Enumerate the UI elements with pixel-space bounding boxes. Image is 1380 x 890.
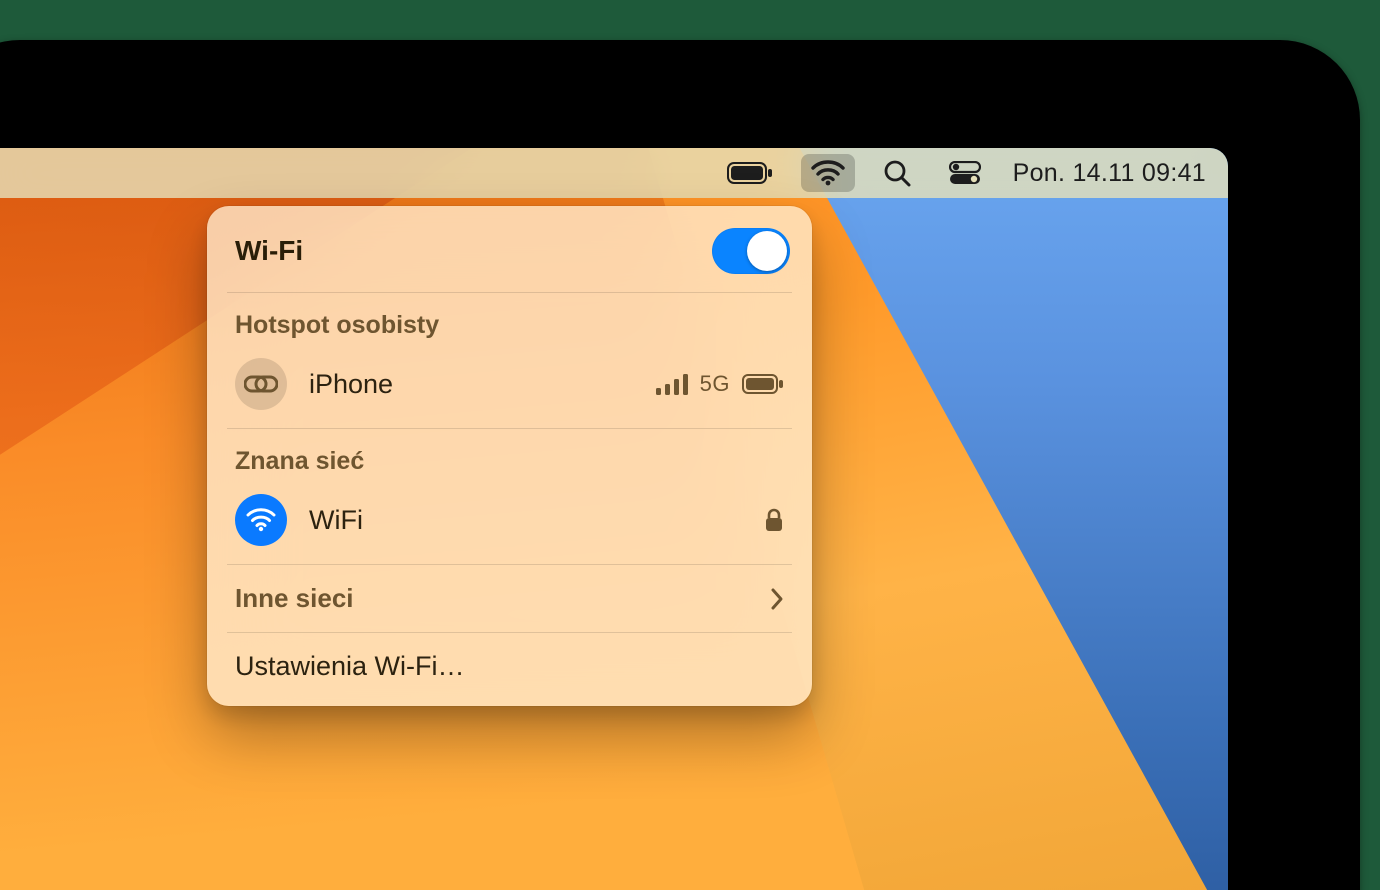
hotspot-status: 5G xyxy=(656,371,784,397)
hotspot-battery-icon xyxy=(742,374,784,394)
wifi-menu-icon[interactable] xyxy=(801,154,855,192)
popover-title: Wi-Fi xyxy=(235,235,303,267)
battery-status-icon[interactable] xyxy=(717,148,783,198)
spotlight-search-icon[interactable] xyxy=(873,148,921,198)
hotspot-row[interactable]: iPhone 5G xyxy=(207,352,812,428)
hotspot-name: iPhone xyxy=(309,369,634,400)
lock-icon xyxy=(764,507,784,533)
wifi-connected-icon xyxy=(235,494,287,546)
wifi-toggle[interactable] xyxy=(712,228,790,274)
menu-bar-clock[interactable]: Pon. 14.11 09:41 xyxy=(1009,159,1206,188)
other-networks-label: Inne sieci xyxy=(235,583,354,614)
known-network-row[interactable]: WiFi xyxy=(207,488,812,564)
wifi-popover: Wi-Fi Hotspot osobisty iPhone xyxy=(207,206,812,706)
known-network-section-label: Znana sieć xyxy=(207,429,812,488)
hotspot-icon xyxy=(235,358,287,410)
other-networks-row[interactable]: Inne sieci xyxy=(207,565,812,632)
cellular-signal-icon xyxy=(656,373,688,395)
known-network-name: WiFi xyxy=(309,505,742,536)
toggle-knob xyxy=(747,231,787,271)
wifi-settings-row[interactable]: Ustawienia Wi-Fi… xyxy=(207,633,812,696)
desktop: Pon. 14.11 09:41 Wi-Fi Hotspot osobisty xyxy=(0,148,1228,890)
control-center-icon[interactable] xyxy=(939,148,991,198)
wifi-settings-label: Ustawienia Wi-Fi… xyxy=(235,651,465,681)
menu-bar: Pon. 14.11 09:41 xyxy=(0,148,1228,198)
chevron-right-icon xyxy=(770,587,784,611)
personal-hotspot-section-label: Hotspot osobisty xyxy=(207,293,812,352)
cellular-label: 5G xyxy=(700,371,730,397)
backdrop: Pon. 14.11 09:41 Wi-Fi Hotspot osobisty xyxy=(0,0,1380,890)
